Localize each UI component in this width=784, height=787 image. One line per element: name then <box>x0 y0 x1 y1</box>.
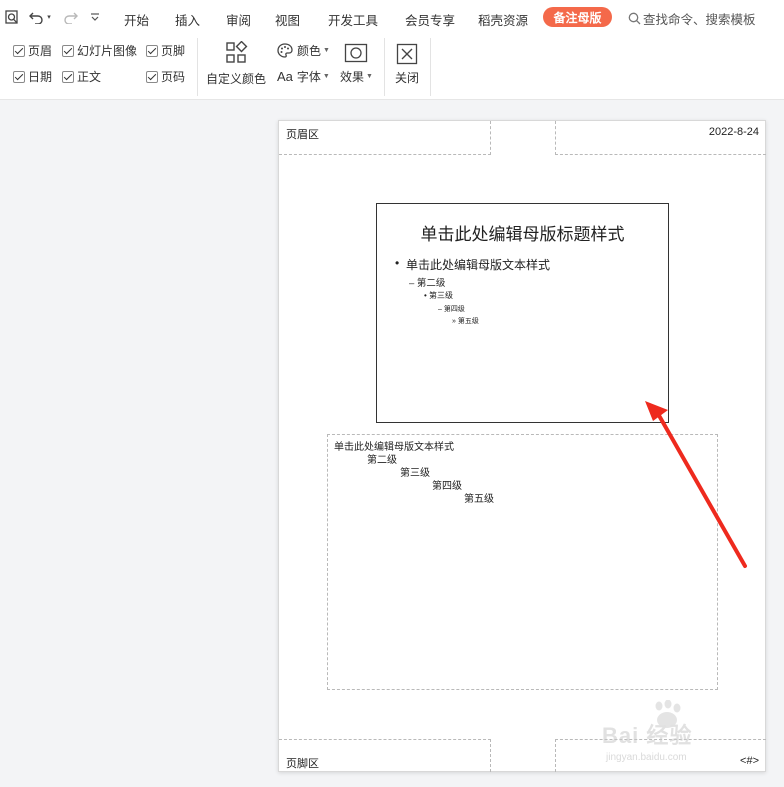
chevron-down-icon: ▼ <box>366 73 373 80</box>
ribbon-divider <box>430 38 431 96</box>
search-box[interactable]: 查找命令、搜索模板 <box>628 9 756 28</box>
slide-image-checkbox-label: 幻灯片图像 <box>77 44 138 58</box>
date-checkbox-label: 日期 <box>28 70 53 84</box>
print-preview-icon[interactable] <box>4 8 20 26</box>
header-placeholder[interactable]: 页眉区 <box>279 121 491 155</box>
font-label: 字体 <box>296 70 321 84</box>
slide-image-placeholder[interactable]: 单击此处编辑母版标题样式 • 单击此处编辑母版文本样式 – 第二级 • 第三级 … <box>376 203 669 423</box>
notes-body-placeholder[interactable]: 单击此处编辑母版文本样式 第二级 第三级 第四级 第五级 <box>327 434 718 690</box>
notes-master-page[interactable]: 页眉区 2022-8-24 单击此处编辑母版标题样式 • 单击此处编辑母版文本样… <box>278 120 766 772</box>
font-button[interactable]: Aa 字体 ▼ <box>277 68 330 85</box>
checkbox-checked-icon <box>13 70 25 83</box>
tab-developer[interactable]: 开发工具 <box>328 10 378 29</box>
header-checkbox[interactable]: 页眉 <box>13 42 52 59</box>
slide-body-level4: – 第四级 <box>438 306 465 313</box>
tab-docer[interactable]: 稻壳资源 <box>478 10 528 29</box>
page-number-checkbox-label: 页码 <box>161 70 186 84</box>
customize-toolbar-icon[interactable] <box>88 8 102 26</box>
notes-body-level4: 第四级 <box>432 481 462 492</box>
search-icon <box>628 12 641 25</box>
checkbox-checked-icon <box>62 44 74 57</box>
notes-body-level2: 第二级 <box>367 455 397 466</box>
watermark: Bai 经验 jingyan.baidu.com <box>602 700 762 772</box>
header-placeholder-text: 页眉区 <box>286 129 319 141</box>
colors-button[interactable]: 颜色 ▼ <box>277 42 330 59</box>
watermark-url: jingyan.baidu.com <box>606 752 687 763</box>
font-icon: Aa <box>277 69 293 84</box>
ribbon-divider <box>197 38 198 96</box>
redo-icon[interactable] <box>62 8 78 26</box>
footer-placeholder-text: 页脚区 <box>286 758 319 770</box>
date-placeholder-text: 2022-8-24 <box>708 126 759 138</box>
notes-body-level3: 第三级 <box>400 468 430 479</box>
date-checkbox[interactable]: 日期 <box>13 68 52 85</box>
tab-notes-master[interactable]: 备注母版 <box>543 7 612 27</box>
effects-icon <box>345 43 368 63</box>
custom-color-label: 自定义颜色 <box>206 72 267 86</box>
effects-label: 效果 <box>340 70 365 84</box>
slide-image-checkbox[interactable]: 幻灯片图像 <box>62 42 137 59</box>
tab-insert[interactable]: 插入 <box>175 10 200 29</box>
effects-button[interactable]: 效果 ▼ <box>340 43 373 85</box>
chevron-down-icon: ▼ <box>322 73 330 80</box>
custom-color-icon <box>226 41 248 63</box>
slide-master-title: 单击此处编辑母版标题样式 <box>420 225 625 244</box>
tab-view[interactable]: 视图 <box>275 10 300 29</box>
checkbox-checked-icon <box>13 44 25 57</box>
tab-start[interactable]: 开始 <box>124 10 149 29</box>
footer-checkbox[interactable]: 页脚 <box>146 42 185 59</box>
checkbox-checked-icon <box>146 44 158 57</box>
date-placeholder[interactable]: 2022-8-24 <box>555 121 766 155</box>
footer-checkbox-label: 页脚 <box>161 44 186 58</box>
body-checkbox-label: 正文 <box>77 70 102 84</box>
close-label: 关闭 <box>395 71 420 85</box>
tab-member[interactable]: 会员专享 <box>405 10 455 29</box>
menu-bar: ▾ 开始 插入 审阅 视图 开发工具 会员专享 稻壳资源 备注母版 查找命令、搜… <box>0 0 784 34</box>
tab-review[interactable]: 审阅 <box>226 10 251 29</box>
ribbon-divider <box>384 38 385 96</box>
header-checkbox-label: 页眉 <box>28 44 53 58</box>
watermark-logo-text: Bai 经验 <box>602 723 693 748</box>
palette-icon <box>277 43 293 58</box>
chevron-down-icon: ▼ <box>323 47 330 54</box>
search-placeholder: 查找命令、搜索模板 <box>643 13 756 27</box>
close-icon <box>396 43 418 65</box>
slide-bullet-icon: • <box>395 256 400 270</box>
close-master-button[interactable]: 关闭 <box>395 43 419 86</box>
ribbon: 页眉 幻灯片图像 页脚 日期 正文 页码 自定义颜色 颜色 ▼ Aa 字体 ▼ … <box>0 34 784 100</box>
slide-body-level5: » 第五级 <box>452 318 479 325</box>
footer-placeholder[interactable]: 页脚区 <box>279 739 491 772</box>
undo-icon[interactable] <box>28 8 44 26</box>
slide-body-level3: • 第三级 <box>424 291 454 300</box>
notes-body-level5: 第五级 <box>464 494 494 505</box>
checkbox-checked-icon <box>146 70 158 83</box>
slide-body-level2: – 第二级 <box>409 278 446 289</box>
custom-color-button[interactable]: 自定义颜色 <box>206 41 266 87</box>
body-checkbox[interactable]: 正文 <box>62 68 101 85</box>
page-number-checkbox[interactable]: 页码 <box>146 68 185 85</box>
slide-body-level1: 单击此处编辑母版文本样式 <box>406 258 551 272</box>
checkbox-checked-icon <box>62 70 74 83</box>
colors-label: 颜色 <box>297 44 322 58</box>
undo-dropdown-icon[interactable]: ▾ <box>45 8 53 26</box>
